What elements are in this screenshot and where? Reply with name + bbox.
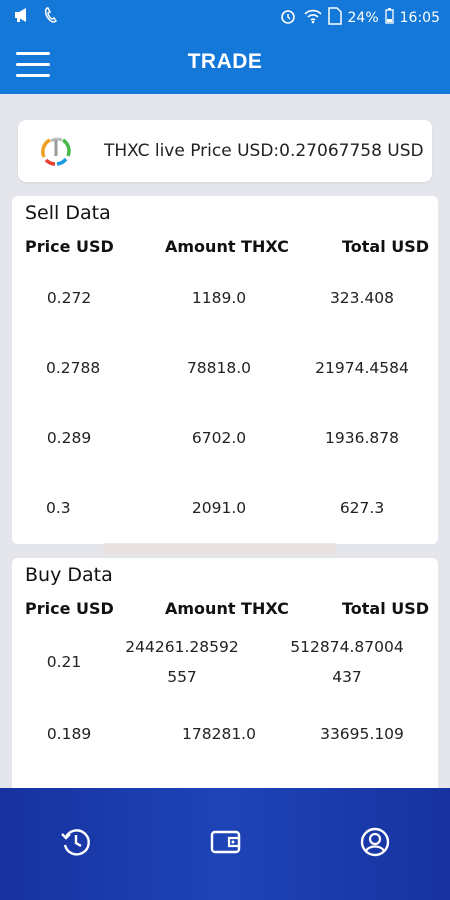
status-bar: 24% 16:05: [0, 0, 450, 32]
page-title: TRADE: [187, 50, 263, 73]
sim-icon: [327, 7, 342, 29]
phone-icon: [44, 7, 58, 27]
history-icon: [59, 825, 93, 863]
app-bar: TRADE: [0, 32, 450, 94]
sell-row-total: 627.3: [339, 499, 385, 517]
profile-icon: [359, 826, 391, 862]
wifi-icon: [303, 8, 322, 28]
sell-row-total: 1936.878: [325, 429, 399, 447]
buy-row-total: 33695.109: [320, 725, 404, 743]
history-button[interactable]: [56, 824, 96, 864]
sell-data-card: Sell Data Price USD Amount THXC Total US…: [12, 196, 438, 544]
megaphone-icon: [14, 7, 32, 27]
buy-data-title: Buy Data: [25, 564, 113, 586]
sell-row-amount: 78818.0: [186, 359, 252, 377]
col-header-price: Price USD: [25, 599, 114, 618]
clock-time: 16:05: [399, 10, 440, 26]
buy-row-price: 0.21: [46, 653, 82, 671]
col-header-price: Price USD: [25, 237, 114, 256]
buy-row-amount: 244261.28592 557: [117, 632, 247, 692]
buy-row-amount-line1: 244261.28592: [125, 638, 239, 656]
battery-icon: [384, 8, 394, 28]
background-strip: [103, 543, 336, 555]
buy-data-card: Buy Data Price USD Amount THXC Total USD…: [12, 558, 438, 798]
col-header-amount: Amount THXC: [165, 599, 289, 618]
sell-row-price: 0.2788: [46, 359, 101, 377]
sell-row-amount: 2091.0: [191, 499, 247, 517]
live-price-card: THXC live Price USD:0.27067758 USD: [18, 120, 432, 182]
sell-row-amount: 6702.0: [191, 429, 247, 447]
buy-row-amount: 178281.0: [182, 725, 256, 743]
col-header-total: Total USD: [342, 237, 430, 256]
wallet-icon: [209, 827, 243, 861]
sell-row-price: 0.289: [46, 429, 92, 447]
col-header-total: Total USD: [342, 599, 430, 618]
sell-data-title: Sell Data: [25, 202, 111, 224]
buy-row-total-line2: 437: [332, 668, 362, 686]
sell-row-total: 21974.4584: [315, 359, 409, 377]
buy-row-amount-line2: 557: [167, 668, 197, 686]
battery-percent: 24%: [347, 10, 379, 26]
sell-row-price: 0.3: [46, 499, 71, 517]
buy-row-total: 512874.87004 437: [282, 632, 412, 692]
alarm-icon: [278, 7, 298, 29]
thxc-logo-icon: [38, 133, 74, 169]
buy-row-price: 0.189: [46, 725, 92, 743]
sell-row-price: 0.272: [46, 289, 92, 307]
bottom-nav: [0, 788, 450, 900]
sell-row-amount: 1189.0: [191, 289, 247, 307]
buy-row-total-line1: 512874.87004: [290, 638, 404, 656]
menu-icon-line: [16, 74, 50, 77]
wallet-button[interactable]: [206, 824, 246, 864]
profile-button[interactable]: [355, 824, 395, 864]
live-price-text: THXC live Price USD:0.27067758 USD: [104, 141, 424, 161]
sell-row-total: 323.408: [329, 289, 395, 307]
col-header-amount: Amount THXC: [165, 237, 289, 256]
